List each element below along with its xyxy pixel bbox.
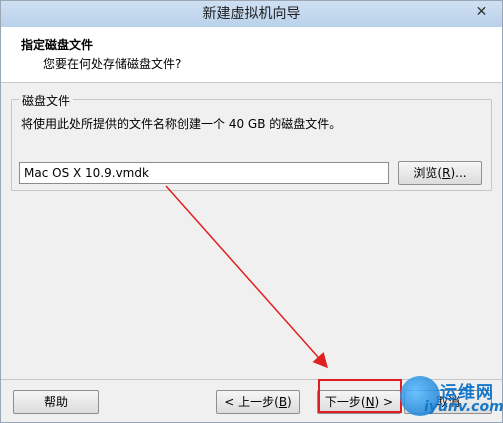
window-title: 新建虚拟机向导: [202, 6, 301, 22]
disk-file-description: 将使用此处所提供的文件名称创建一个 40 GB 的磁盘文件。: [21, 117, 342, 131]
watermark-logo: 运维网 iyunv.com: [400, 376, 503, 420]
help-button[interactable]: 帮助: [13, 390, 99, 414]
wizard-header: 指定磁盘文件 您要在何处存储磁盘文件?: [1, 27, 502, 83]
page-title: 指定磁盘文件: [21, 38, 94, 52]
watermark-text-url: iyunv.com: [424, 399, 503, 415]
disk-file-name-input[interactable]: Mac OS X 10.9.vmdk: [19, 162, 389, 184]
title-bar: 新建虚拟机向导 ✕: [1, 1, 502, 27]
disk-file-group-label: 磁盘文件: [19, 92, 74, 109]
back-mnemonic: B: [278, 395, 288, 409]
page-subtitle: 您要在何处存储磁盘文件?: [43, 57, 182, 71]
browse-button-suffix: )...: [450, 166, 467, 180]
annotation-highlight-box: [318, 379, 402, 413]
browse-button-label: 浏览: [413, 166, 438, 180]
back-button[interactable]: < 上一步(B): [216, 390, 300, 414]
back-button-prefix: < 上一步(: [224, 395, 279, 409]
back-button-suffix: ): [287, 395, 292, 409]
close-icon[interactable]: ✕: [468, 2, 495, 22]
wizard-window: 新建虚拟机向导 ✕ 指定磁盘文件 您要在何处存储磁盘文件? 磁盘文件 将使用此处…: [0, 0, 503, 423]
browse-button[interactable]: 浏览(R)...: [398, 161, 482, 185]
